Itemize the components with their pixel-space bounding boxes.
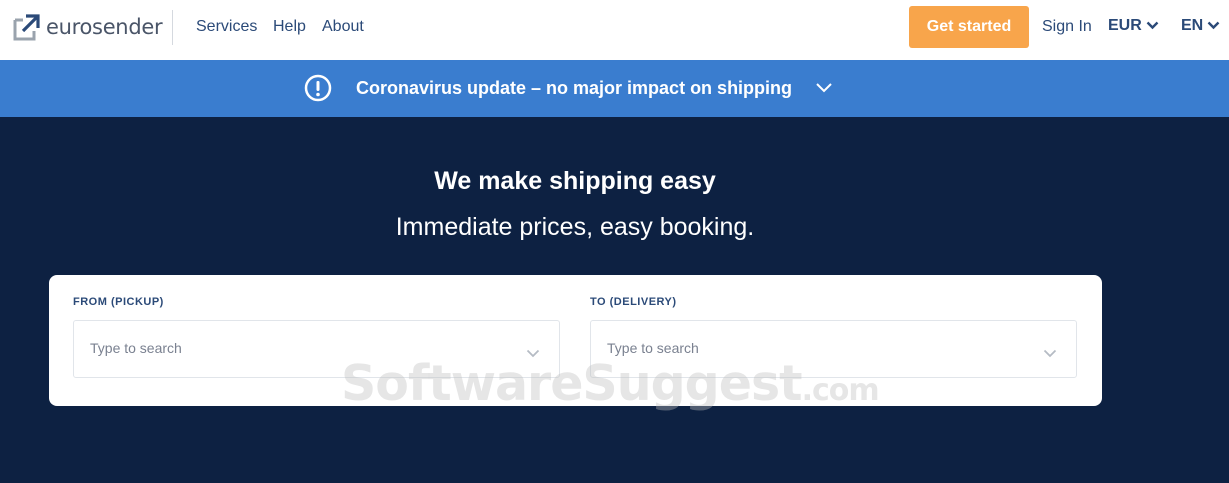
chevron-down-icon [1207, 17, 1220, 35]
to-search-input[interactable] [607, 340, 1027, 356]
banner-text: Coronavirus update – no major impact on … [356, 78, 793, 98]
to-delivery-field[interactable] [590, 320, 1077, 378]
exclamation-circle-icon [304, 74, 332, 102]
logo-text: eurosender [46, 15, 163, 39]
logo-arrow-icon [13, 13, 40, 41]
chevron-down-icon[interactable] [815, 81, 833, 99]
chevron-down-icon[interactable] [526, 345, 540, 363]
hero-title: We make shipping easy [434, 167, 716, 195]
currency-value: EUR [1108, 17, 1142, 34]
shipping-search-card: FROM (PICKUP) TO (DELIVERY) [49, 275, 1102, 406]
from-pickup-field[interactable] [73, 320, 560, 378]
nav-services-link[interactable]: Services [196, 18, 257, 36]
coronavirus-banner[interactable]: Coronavirus update – no major impact on … [0, 60, 1229, 117]
nav-help[interactable]: Help [273, 18, 306, 36]
chevron-down-icon [1146, 17, 1159, 35]
nav-about[interactable]: About [322, 18, 364, 36]
header-divider [172, 10, 173, 45]
sign-in-link[interactable]: Sign In [1042, 18, 1092, 36]
language-value: EN [1181, 17, 1204, 34]
chevron-down-icon[interactable] [1043, 345, 1057, 363]
from-pickup-label: FROM (PICKUP) [73, 296, 164, 308]
top-header: eurosender Services Help About Get start… [0, 0, 1229, 60]
eurosender-logo[interactable]: eurosender [13, 12, 163, 42]
to-delivery-label: TO (DELIVERY) [590, 296, 677, 308]
nav-services[interactable]: Services [196, 18, 257, 36]
nav-about-link[interactable]: About [322, 18, 364, 36]
nav-help-link[interactable]: Help [273, 18, 306, 36]
hero-subtitle: Immediate prices, easy booking. [395, 213, 755, 241]
get-started-button[interactable]: Get started [909, 6, 1029, 48]
from-search-input[interactable] [90, 340, 510, 356]
currency-selector[interactable]: EUR [1108, 17, 1159, 35]
language-selector[interactable]: EN [1181, 17, 1220, 35]
